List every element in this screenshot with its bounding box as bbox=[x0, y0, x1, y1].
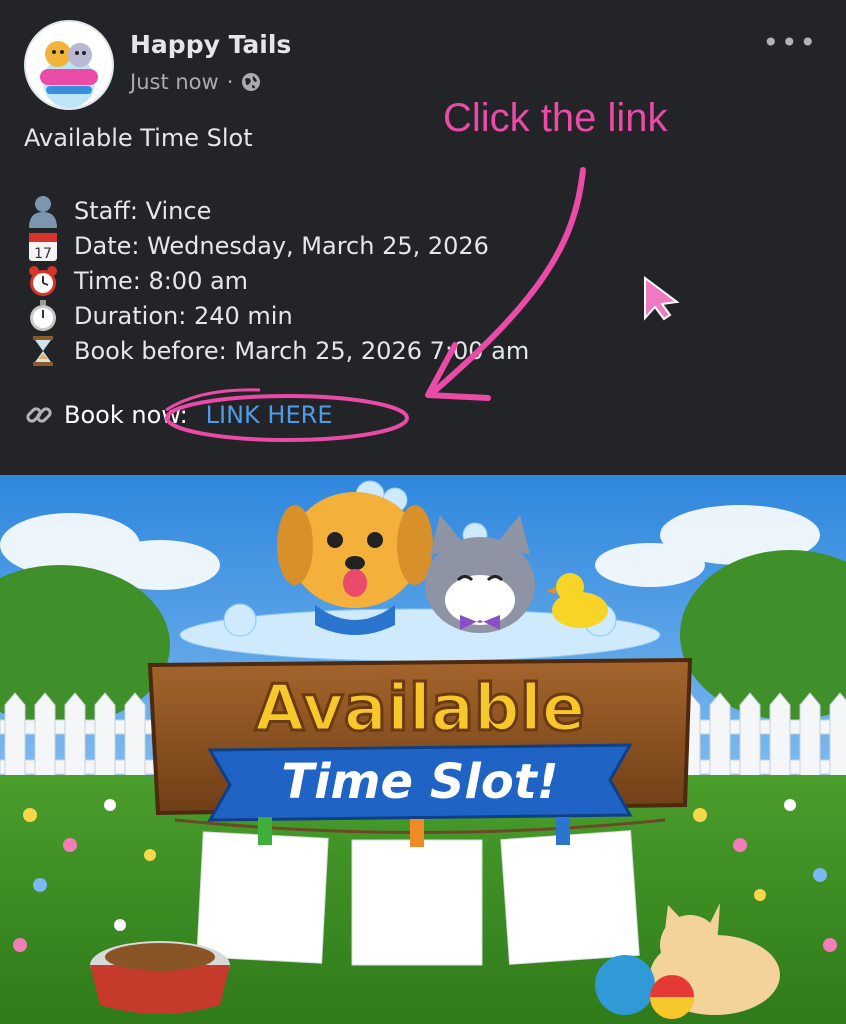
sign-heading: Available bbox=[255, 672, 585, 746]
wooden-sign: Available Time Slot! bbox=[147, 657, 693, 822]
annotation-arrow bbox=[427, 167, 586, 398]
cursor-icon bbox=[644, 276, 680, 321]
banner-illustration: Available Time Slot! bbox=[0, 475, 846, 1024]
sign-subheading: Time Slot! bbox=[281, 754, 558, 810]
note-cards bbox=[196, 817, 640, 966]
food-bowl bbox=[90, 941, 230, 1014]
annotation-circle bbox=[165, 394, 409, 442]
annotation-overlay bbox=[165, 167, 680, 442]
post-image[interactable]: Available Time Slot! bbox=[0, 475, 846, 1024]
